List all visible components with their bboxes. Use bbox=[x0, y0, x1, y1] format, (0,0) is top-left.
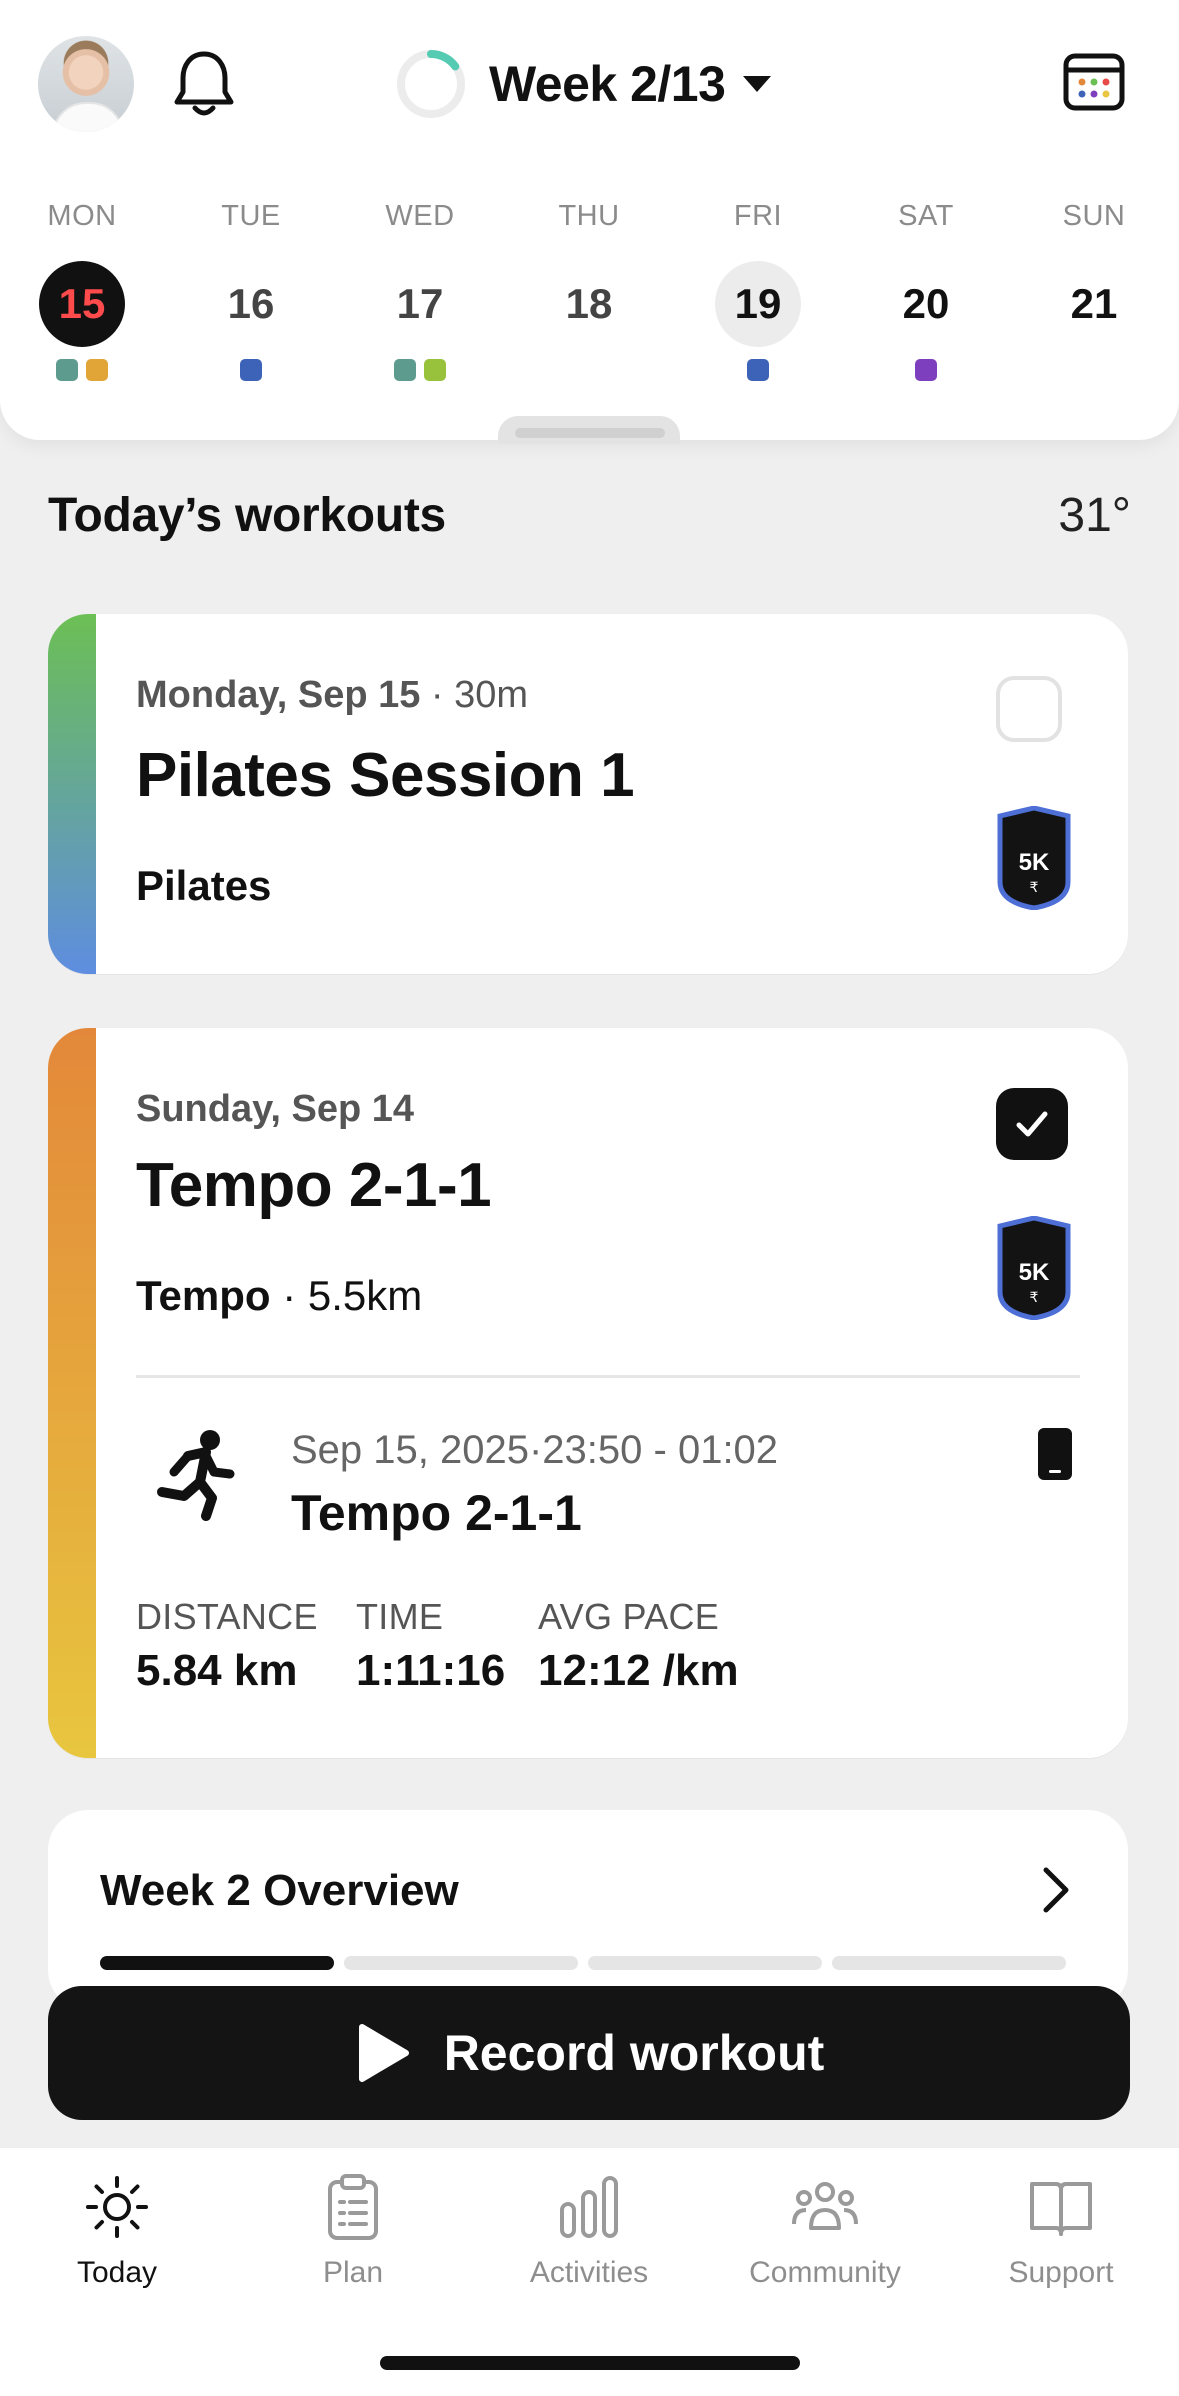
chevron-down-icon bbox=[743, 76, 772, 92]
week-overview-card[interactable]: Week 2 Overview bbox=[48, 1810, 1128, 2010]
day-sun[interactable]: SUN 21 bbox=[1034, 200, 1154, 383]
workout-meta: Sunday, Sep 14 bbox=[136, 1088, 415, 1130]
day-number: 18 bbox=[565, 280, 613, 327]
workout-title: Tempo 2-1-1 bbox=[136, 1151, 492, 1220]
workout-dots bbox=[866, 359, 986, 383]
workout-dot bbox=[240, 359, 262, 381]
workout-dots bbox=[191, 359, 311, 383]
book-icon bbox=[1030, 2182, 1092, 2236]
day-number: 21 bbox=[1070, 280, 1118, 327]
day-thu[interactable]: THU 18 bbox=[529, 200, 649, 383]
week-calendar-sheet: Week 2/13 MON 15 TUE 16 WED 17 THU 18 FRI 19 SAT 20… bbox=[0, 0, 1179, 444]
nav-support[interactable]: Support bbox=[961, 2172, 1161, 2290]
stat-avg-pace: AVG PACE 12:12 /km bbox=[538, 1596, 739, 1695]
day-number: 17 bbox=[396, 280, 444, 327]
day-mon[interactable]: MON 15 bbox=[22, 200, 142, 383]
day-name: THU bbox=[558, 200, 620, 232]
workout-card-tempo[interactable]: Sunday, Sep 14 Tempo 2-1-1 Tempo · 5.5km… bbox=[48, 1028, 1128, 1758]
workout-dots bbox=[698, 359, 818, 383]
record-workout-button[interactable]: Record workout bbox=[48, 1986, 1130, 2120]
record-workout-label: Record workout bbox=[443, 2025, 825, 2081]
5k-badge-icon: 5K ₹ bbox=[997, 1216, 1071, 1320]
workout-color-stripe bbox=[48, 1028, 96, 1758]
nav-today[interactable]: Today bbox=[17, 2172, 217, 2290]
overview-progress-segment bbox=[344, 1956, 578, 1970]
svg-text:₹: ₹ bbox=[1030, 880, 1039, 896]
overview-title: Week 2 Overview bbox=[100, 1866, 459, 1915]
svg-text:5K: 5K bbox=[1019, 1259, 1050, 1286]
temperature-value: 31° bbox=[1058, 489, 1131, 542]
stat-distance: DISTANCE 5.84 km bbox=[136, 1596, 318, 1695]
overview-progress-segment bbox=[588, 1956, 822, 1970]
nav-community[interactable]: Community bbox=[725, 2172, 925, 2290]
bell-icon[interactable] bbox=[170, 48, 238, 120]
workout-dot bbox=[915, 359, 937, 381]
overview-progress-segment bbox=[100, 1956, 334, 1970]
svg-text:5K: 5K bbox=[1019, 849, 1050, 876]
complete-checkbox[interactable] bbox=[996, 1088, 1068, 1160]
activity-name[interactable]: Tempo 2-1-1 bbox=[291, 1484, 582, 1542]
5k-badge-icon: 5K ₹ bbox=[997, 806, 1071, 910]
nav-activities[interactable]: Activities bbox=[489, 2172, 689, 2290]
drag-handle[interactable] bbox=[515, 428, 665, 438]
profile-avatar[interactable] bbox=[38, 36, 134, 132]
day-number: 20 bbox=[902, 280, 950, 327]
workout-title: Pilates Session 1 bbox=[136, 741, 635, 810]
day-sat[interactable]: SAT 20 bbox=[866, 200, 986, 383]
week-progress-ring bbox=[397, 50, 465, 118]
day-wed[interactable]: WED 17 bbox=[360, 200, 480, 383]
workout-meta: Monday, Sep 15 · 30m bbox=[136, 674, 529, 716]
chevron-right-icon bbox=[1043, 1867, 1069, 1913]
activity-datetime: Sep 15, 2025·23:50 - 01:02 bbox=[291, 1428, 779, 1472]
section-title: Today’s workouts bbox=[48, 489, 446, 542]
day-number: 19 bbox=[715, 261, 801, 347]
week-selector[interactable]: Week 2/13 bbox=[395, 42, 772, 126]
day-name: TUE bbox=[221, 200, 281, 232]
stat-time: TIME 1:11:16 bbox=[356, 1596, 506, 1695]
workout-dot bbox=[86, 359, 108, 381]
workout-dot bbox=[424, 359, 446, 381]
workout-type-distance: Tempo · 5.5km bbox=[136, 1272, 423, 1319]
workout-type: Pilates bbox=[136, 862, 272, 909]
day-name: FRI bbox=[733, 200, 783, 232]
home-indicator[interactable] bbox=[380, 2356, 800, 2370]
workout-card-pilates[interactable]: Monday, Sep 15 · 30m Pilates Session 1 P… bbox=[48, 614, 1128, 974]
day-name: SAT bbox=[898, 200, 954, 232]
workout-dots bbox=[1034, 359, 1154, 383]
complete-checkbox[interactable] bbox=[996, 676, 1062, 742]
nav-plan[interactable]: Plan bbox=[253, 2172, 453, 2290]
workout-dots bbox=[529, 359, 649, 383]
checkmark-icon bbox=[1016, 1111, 1048, 1137]
day-fri[interactable]: FRI 19 bbox=[698, 200, 818, 383]
day-name: SUN bbox=[1062, 200, 1126, 232]
clipboard-icon bbox=[328, 2174, 378, 2240]
bar-chart-icon bbox=[560, 2176, 618, 2238]
phone-icon bbox=[1038, 1428, 1072, 1480]
play-icon bbox=[358, 2024, 409, 2082]
sun-icon bbox=[86, 2176, 148, 2238]
workout-dot bbox=[394, 359, 416, 381]
overview-progress-segment bbox=[832, 1956, 1066, 1970]
workout-dots bbox=[360, 359, 480, 383]
workout-color-stripe bbox=[48, 614, 96, 974]
divider bbox=[136, 1375, 1080, 1378]
calendar-icon[interactable] bbox=[1062, 50, 1126, 114]
runner-icon bbox=[157, 1430, 235, 1521]
workout-dots bbox=[22, 359, 142, 383]
day-tue[interactable]: TUE 16 bbox=[191, 200, 311, 383]
day-number: 16 bbox=[227, 280, 275, 327]
day-name: WED bbox=[385, 200, 455, 232]
workout-dot bbox=[56, 359, 78, 381]
workout-dot bbox=[747, 359, 769, 381]
day-number: 15 bbox=[39, 261, 125, 347]
svg-text:₹: ₹ bbox=[1030, 1290, 1039, 1306]
week-title: Week 2/13 bbox=[489, 56, 726, 112]
people-icon bbox=[792, 2182, 858, 2230]
day-name: MON bbox=[47, 200, 117, 232]
